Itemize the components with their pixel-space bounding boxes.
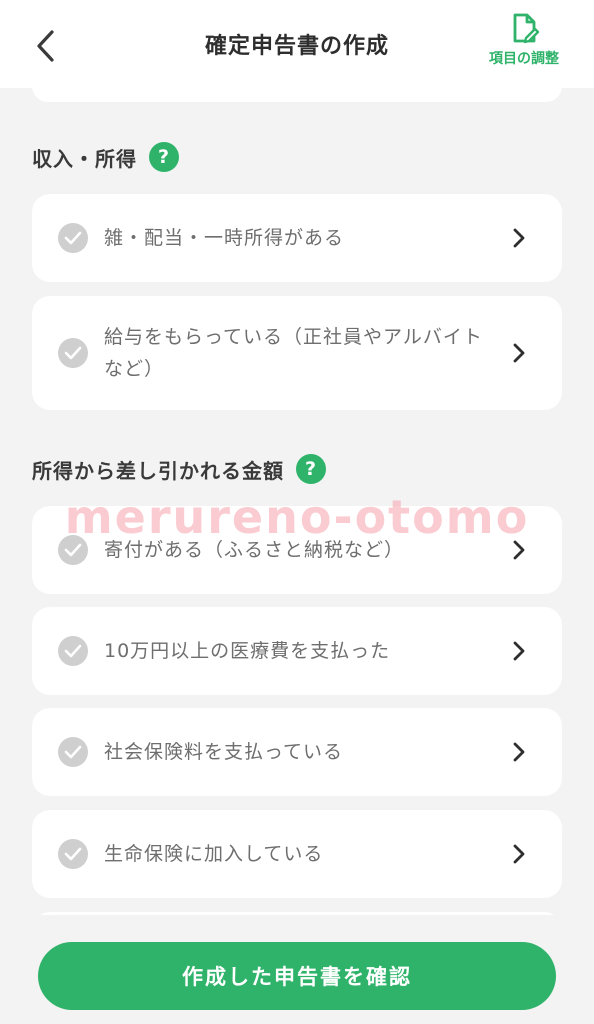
chevron-right-icon xyxy=(513,844,525,864)
app-header: 確定申告書の作成 項目の調整 xyxy=(0,0,594,88)
check-circle-icon xyxy=(58,223,88,253)
confirm-return-button[interactable]: 作成した申告書を確認 xyxy=(38,942,556,1010)
list-item-social-insurance[interactable]: 社会保険料を支払っている xyxy=(32,708,562,796)
help-icon[interactable]: ? xyxy=(149,142,179,172)
list-item-label: 寄付がある（ふるさと納税など） xyxy=(104,539,405,561)
section-title-deductions: 所得から差し引かれる金額 ? xyxy=(32,454,326,484)
list-item-label: 給与をもらっている（正社員やアルバイトなど） xyxy=(104,326,483,380)
adjust-items-button[interactable]: 項目の調整 xyxy=(476,12,572,68)
adjust-items-label: 項目の調整 xyxy=(489,51,559,67)
document-edit-icon xyxy=(513,13,540,44)
chevron-right-icon xyxy=(513,228,525,248)
section-title-deductions-label: 所得から差し引かれる金額 xyxy=(32,458,284,483)
list-item-salary[interactable]: 給与をもらっている（正社員やアルバイトなど） xyxy=(32,296,562,410)
list-item-donation[interactable]: 寄付がある（ふるさと納税など） xyxy=(32,506,562,594)
section-title-income: 収入・所得 ? xyxy=(32,142,179,172)
chevron-right-icon xyxy=(513,641,525,661)
chevron-right-icon xyxy=(513,540,525,560)
list-item-medical[interactable]: 10万円以上の医療費を支払った xyxy=(32,607,562,695)
section-title-income-label: 収入・所得 xyxy=(32,146,137,171)
list-item-label: 10万円以上の医療費を支払った xyxy=(104,640,391,662)
check-circle-icon xyxy=(58,636,88,666)
chevron-right-icon xyxy=(513,742,525,762)
check-circle-icon xyxy=(58,839,88,869)
list-item-label: 生命保険に加入している xyxy=(104,843,324,865)
list-item-label: 雑・配当・一時所得がある xyxy=(104,227,345,249)
check-circle-icon xyxy=(58,338,88,368)
list-item-label: 社会保険料を支払っている xyxy=(104,741,344,763)
check-circle-icon xyxy=(58,737,88,767)
chevron-right-icon xyxy=(513,343,525,363)
list-item-life-insurance[interactable]: 生命保険に加入している xyxy=(32,810,562,898)
list-item-misc-income[interactable]: 雑・配当・一時所得がある xyxy=(32,194,562,282)
check-circle-icon xyxy=(58,535,88,565)
help-icon[interactable]: ? xyxy=(296,454,326,484)
